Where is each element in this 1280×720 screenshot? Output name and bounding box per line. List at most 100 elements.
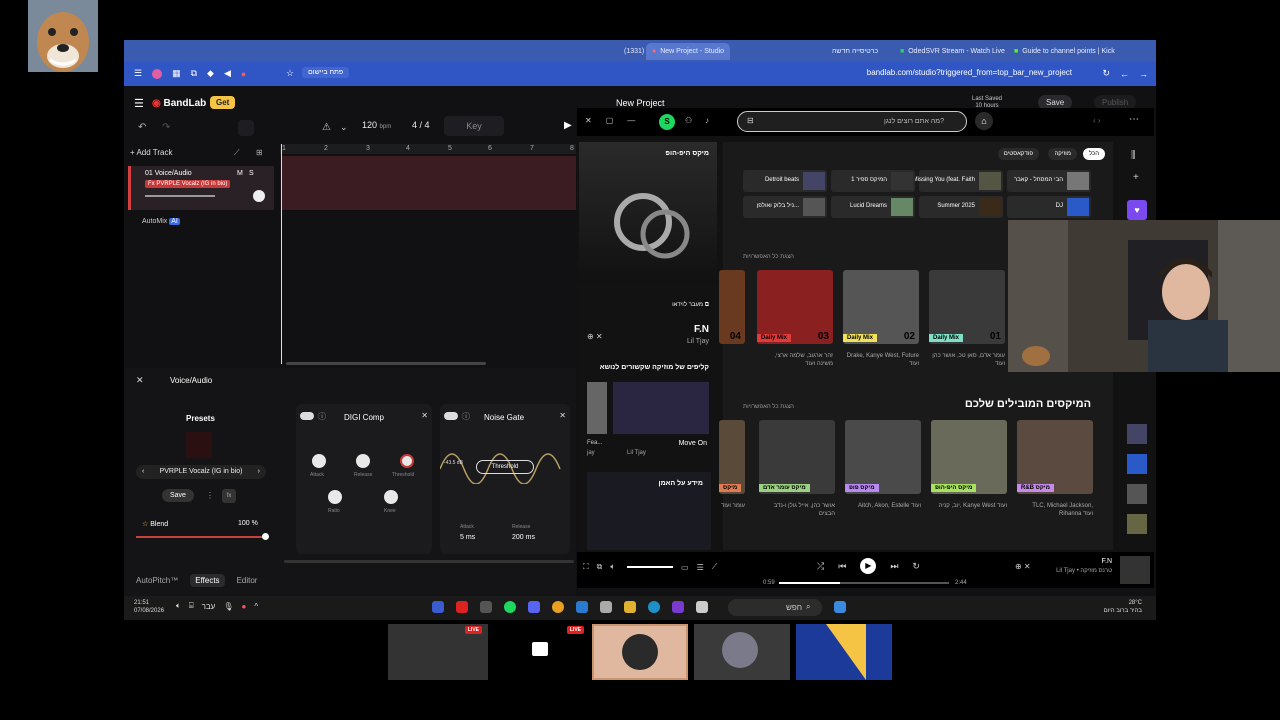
top-mix-card[interactable]: מיקס פופ xyxy=(845,420,921,494)
attack-knob[interactable] xyxy=(312,454,326,468)
track-title[interactable]: F.N xyxy=(694,324,709,335)
volume-slider[interactable] xyxy=(145,195,215,197)
tab-editor[interactable]: Editor xyxy=(237,576,258,585)
fullscreen-icon[interactable]: ⛶ xyxy=(583,562,589,572)
close-icon[interactable]: ✕ xyxy=(136,375,144,386)
blend-slider-handle[interactable] xyxy=(262,533,269,540)
toggle-switch[interactable] xyxy=(444,412,458,420)
devices-icon[interactable]: ▭ xyxy=(681,563,689,572)
chevron-left-icon[interactable]: ‹ xyxy=(142,465,144,479)
track-row[interactable]: 01 Voice/Audio M S Fx PVRPLE Vocalz (IG … xyxy=(128,166,274,210)
add-icon[interactable]: + xyxy=(1133,172,1139,183)
extension-icon[interactable]: ⧉ xyxy=(191,68,197,79)
profile-icon[interactable] xyxy=(152,68,163,79)
info-icon[interactable]: ⓘ xyxy=(462,411,470,422)
show-all-link[interactable]: הצגת כל האפשרויות xyxy=(743,254,794,260)
clip-title[interactable]: Move On xyxy=(679,440,707,447)
app-icon[interactable] xyxy=(480,601,492,613)
track-name[interactable]: 01 Voice/Audio xyxy=(145,170,192,177)
tempo-value[interactable]: 120 bpm xyxy=(362,120,391,130)
minimize-icon[interactable]: — xyxy=(627,116,635,125)
stream-thumb[interactable]: LIVE xyxy=(490,624,590,680)
key-button[interactable]: Key xyxy=(444,116,504,136)
queue-icon[interactable]: ☰ xyxy=(697,563,704,572)
info-icon[interactable]: ⓘ xyxy=(318,411,326,422)
spotify-icon[interactable] xyxy=(504,601,516,613)
quick-access-card[interactable]: הבי המסחל - קאבר xyxy=(1007,170,1091,192)
fx-scrollbar[interactable] xyxy=(284,560,574,563)
quick-access-card[interactable]: I'll Be Missing You (feat. Faith xyxy=(896,170,1003,192)
fit-icon[interactable]: ⊞ xyxy=(256,148,263,157)
browser-tab[interactable]: כרטיסייה חדשה xyxy=(832,43,878,60)
playlist-thumb[interactable] xyxy=(1127,484,1147,504)
track-artist[interactable]: Lil Tjay xyxy=(687,338,709,345)
fx-icon[interactable]: fx xyxy=(222,489,236,503)
daily-mix-card[interactable]: Daily Mix 01 xyxy=(929,270,1005,344)
time-signature[interactable]: 4 / 4 xyxy=(412,120,430,130)
wand-icon[interactable]: ⟋ xyxy=(234,148,240,158)
app-icon[interactable] xyxy=(600,601,612,613)
daily-mix-card[interactable]: 04 xyxy=(719,270,745,344)
weather-widget[interactable]: 28°C בהיר ברוב היום xyxy=(1104,599,1142,615)
tab-autopitch[interactable]: AutoPitch™ xyxy=(136,576,178,585)
profile-avatar[interactable]: S xyxy=(659,114,675,130)
timeline-ruler[interactable]: 1 2 3 4 5 6 7 8 xyxy=(280,144,576,154)
browser-tab-active[interactable]: ● New Project - Studio xyxy=(646,43,731,60)
browser-tab[interactable]: ■ OdedSVR Stream - Watch Live xyxy=(900,43,1005,60)
add-icon[interactable]: ⊕ ✕ xyxy=(1015,562,1031,571)
top-mix-card[interactable]: מיקס xyxy=(719,420,745,494)
back-icon[interactable]: ← xyxy=(1120,69,1129,79)
shuffle-icon[interactable]: ⤮ xyxy=(817,561,824,572)
show-all-link[interactable]: הצגת כל האפשרויות xyxy=(743,404,794,410)
library-icon[interactable]: ⫼ xyxy=(1131,150,1136,161)
next-icon[interactable]: ⏭︎ xyxy=(890,561,898,572)
search-input[interactable]: מה אתם רוצים לנגן? xyxy=(737,111,967,132)
bell-icon[interactable]: ♪ xyxy=(705,116,709,125)
home-icon[interactable]: ⌂ xyxy=(975,112,993,130)
shield-icon[interactable]: ◆ xyxy=(207,68,214,79)
quick-access-card[interactable]: Lucid Dreams xyxy=(831,196,915,218)
language-indicator[interactable]: עבר xyxy=(202,602,216,611)
chevron-up-icon[interactable]: ^ xyxy=(254,602,258,611)
url-text[interactable]: bandlab.com/studio?triggered_from=top_ba… xyxy=(867,68,1072,77)
now-playing-title[interactable]: F.N xyxy=(1102,558,1113,565)
friends-icon[interactable]: ⚇ xyxy=(685,116,692,125)
release-knob[interactable] xyxy=(356,454,370,468)
quick-access-card[interactable]: Detroit beats xyxy=(743,170,827,192)
app-icon[interactable] xyxy=(672,601,684,613)
folder-icon[interactable] xyxy=(624,601,636,613)
clip-thumb[interactable] xyxy=(613,382,709,434)
close-icon[interactable]: ✕ xyxy=(421,411,428,420)
close-icon[interactable]: ✕ xyxy=(559,411,566,420)
record-icon[interactable]: ● xyxy=(241,69,246,79)
opera-icon[interactable] xyxy=(456,601,468,613)
browser-tab[interactable]: ■ Guide to channel points | Kick xyxy=(1014,43,1115,60)
tuner-icon[interactable]: ⚠ xyxy=(322,122,331,133)
forward-icon[interactable]: → xyxy=(1139,69,1148,79)
app-icon[interactable] xyxy=(696,601,708,613)
threshold-knob[interactable] xyxy=(400,454,414,468)
playhead[interactable] xyxy=(281,144,282,364)
horizontal-scrollbar[interactable] xyxy=(286,362,486,365)
app-icon[interactable] xyxy=(432,601,444,613)
add-track-button[interactable]: + Add Track xyxy=(130,148,172,157)
quick-access-card[interactable]: DJ xyxy=(1007,196,1091,218)
top-mix-card[interactable]: מיקס עומר אדם xyxy=(759,420,835,494)
clip-thumb[interactable] xyxy=(587,382,607,434)
now-playing-artist[interactable]: Lil Tjay • טרנס מוזיקה xyxy=(1056,568,1112,574)
quick-access-card[interactable]: Summer 2025 xyxy=(919,196,1003,218)
stream-thumb[interactable]: LIVE xyxy=(388,624,488,680)
top-mix-card[interactable]: R&B מיקס xyxy=(1017,420,1093,494)
close-icon[interactable]: ✕ xyxy=(585,116,592,125)
edge-icon[interactable] xyxy=(648,601,660,613)
clip-artist[interactable]: jay xyxy=(587,450,595,456)
switch-to-video-button[interactable]: מעבר לוידאו ⧉ xyxy=(672,302,709,309)
open-app-chip[interactable]: פתח ביישום xyxy=(302,67,350,78)
chrome-icon[interactable] xyxy=(552,601,564,613)
quick-access-card[interactable]: ניל בלוק ואולפן... xyxy=(743,196,827,218)
daily-mix-card[interactable]: Daily Mix 02 xyxy=(843,270,919,344)
add-icon[interactable]: ⊕ ✕ xyxy=(587,332,603,341)
project-title[interactable]: New Project xyxy=(616,98,665,108)
mute-button[interactable]: M xyxy=(237,170,243,177)
knee-knob[interactable] xyxy=(384,490,398,504)
